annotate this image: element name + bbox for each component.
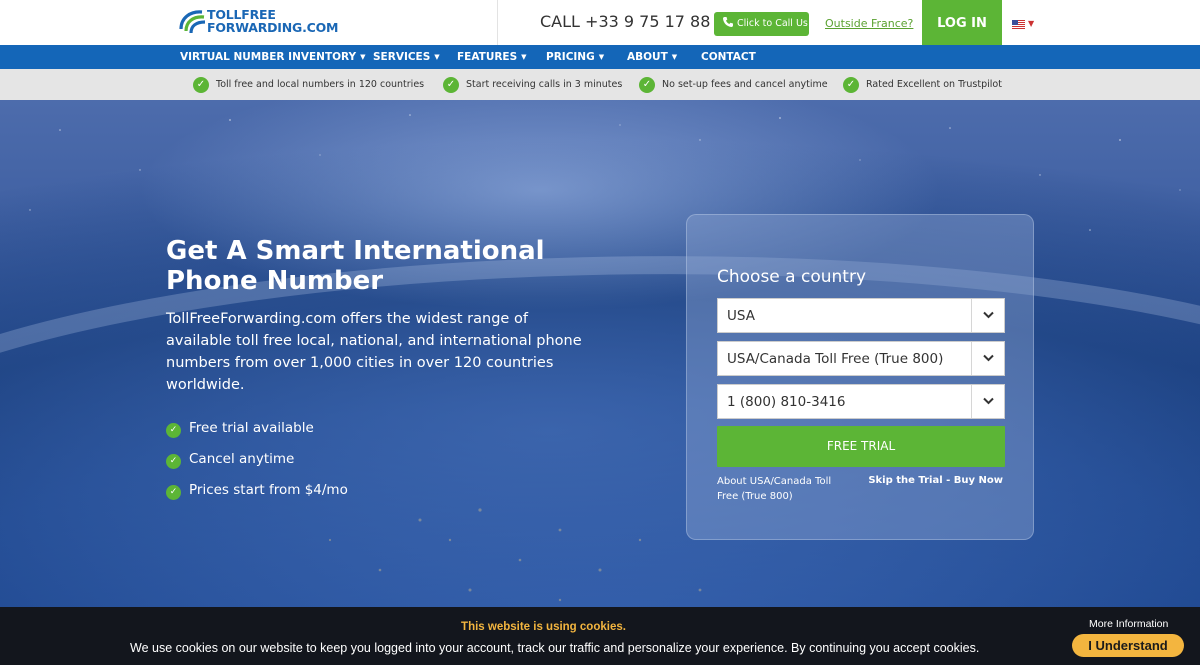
header-divider bbox=[497, 0, 498, 45]
benefit-text: Free trial available bbox=[189, 420, 314, 436]
phone-number-select[interactable]: 1 (800) 810-3416 bbox=[717, 384, 1005, 419]
nav-label: CONTACT bbox=[701, 51, 756, 63]
chevron-down-icon: ▼ bbox=[521, 53, 527, 61]
hero-description: TollFreeForwarding.com offers the widest… bbox=[166, 311, 582, 393]
feature-strip: ✓ Toll free and local numbers in 120 coun… bbox=[0, 69, 1200, 100]
nav-contact[interactable]: CONTACT bbox=[701, 45, 756, 69]
nav-virtual-number-inventory[interactable]: VIRTUAL NUMBER INVENTORY ▼ bbox=[180, 45, 366, 69]
check-icon: ✓ bbox=[443, 76, 459, 93]
site-logo[interactable]: TOLLFREE FORWARDING.COM bbox=[178, 6, 348, 38]
cookie-banner: This website is using cookies. We use co… bbox=[0, 607, 1200, 665]
list-item: ✓ Free trial available bbox=[166, 418, 348, 449]
nav-label: VIRTUAL NUMBER INVENTORY bbox=[180, 51, 357, 63]
list-item: ✓ Cancel anytime bbox=[166, 449, 348, 480]
check-icon: ✓ bbox=[639, 76, 655, 93]
phone-icon bbox=[723, 17, 733, 27]
free-trial-button[interactable]: FREE TRIAL bbox=[717, 426, 1005, 467]
check-icon: ✓ bbox=[166, 423, 181, 438]
feature-item: ✓ No set-up fees and cancel anytime bbox=[639, 69, 828, 100]
feature-text: No set-up fees and cancel anytime bbox=[662, 79, 828, 90]
chevron-down-icon[interactable] bbox=[971, 342, 1004, 375]
logo-wordmark: TOLLFREE FORWARDING.COM bbox=[207, 8, 338, 34]
number-type-select-value: USA/Canada Toll Free (True 800) bbox=[727, 351, 944, 367]
chevron-down-icon: ▼ bbox=[434, 53, 440, 61]
more-information-link[interactable]: More Information bbox=[1089, 618, 1168, 630]
language-caret-icon[interactable]: ▼ bbox=[1028, 19, 1034, 28]
phone-number-select-value: 1 (800) 810-3416 bbox=[727, 394, 846, 410]
nav-label: FEATURES bbox=[457, 51, 518, 63]
benefit-text: Prices start from $4/mo bbox=[189, 482, 348, 498]
nav-label: PRICING bbox=[546, 51, 595, 63]
about-number-link[interactable]: About USA/Canada Toll Free (True 800) bbox=[717, 474, 837, 504]
nav-pricing[interactable]: PRICING ▼ bbox=[546, 45, 604, 69]
feature-text: Start receiving calls in 3 minutes bbox=[466, 79, 623, 90]
chevron-down-icon: ▼ bbox=[671, 53, 678, 61]
check-icon: ✓ bbox=[843, 76, 859, 93]
cookie-message: We use cookies on our website to keep yo… bbox=[130, 641, 980, 655]
feature-text: Toll free and local numbers in 120 count… bbox=[216, 79, 425, 90]
click-to-call-label: Click to Call Us bbox=[737, 18, 808, 29]
feature-text: Rated Excellent on Trustpilot bbox=[866, 79, 1002, 90]
logo-line-2: FORWARDING.COM bbox=[207, 20, 339, 35]
skip-trial-buy-now-link[interactable]: Skip the Trial - Buy Now bbox=[868, 475, 1003, 486]
feature-item: ✓ Toll free and local numbers in 120 coun… bbox=[193, 69, 424, 100]
feature-item: ✓ Start receiving calls in 3 minutes bbox=[443, 69, 622, 100]
country-select[interactable]: USA bbox=[717, 298, 1005, 333]
hero-title: Get A Smart International Phone Number bbox=[166, 236, 545, 296]
check-icon: ✓ bbox=[166, 485, 181, 500]
cookie-title: This website is using cookies. bbox=[461, 621, 626, 633]
us-flag-icon[interactable] bbox=[1012, 20, 1025, 29]
country-select-value: USA bbox=[727, 308, 755, 324]
outside-france-link[interactable]: Outside France? bbox=[825, 17, 913, 30]
check-icon: ✓ bbox=[166, 454, 181, 469]
list-item: ✓ Prices start from $4/mo bbox=[166, 480, 348, 511]
call-phone-number: CALL +33 9 75 17 88 40 bbox=[540, 12, 736, 31]
nav-label: ABOUT bbox=[627, 51, 668, 63]
login-button[interactable]: LOG IN bbox=[922, 0, 1002, 45]
chevron-down-icon: ▼ bbox=[360, 53, 366, 61]
accept-cookies-button[interactable]: I Understand bbox=[1072, 634, 1184, 657]
benefit-text: Cancel anytime bbox=[189, 451, 295, 467]
hero-benefits-list: ✓ Free trial available ✓ Cancel anytime ✓ P… bbox=[166, 418, 348, 511]
nav-about[interactable]: ABOUT ▼ bbox=[627, 45, 677, 69]
check-icon: ✓ bbox=[193, 76, 209, 93]
main-nav: VIRTUAL NUMBER INVENTORY ▼ SERVICES ▼ FEAT… bbox=[0, 45, 1200, 69]
hero-section: Get A Smart International Phone Number T… bbox=[0, 100, 1200, 665]
nav-features[interactable]: FEATURES ▼ bbox=[457, 45, 527, 69]
chevron-down-icon[interactable] bbox=[971, 385, 1004, 418]
card-title: Choose a country bbox=[717, 267, 866, 287]
nav-services[interactable]: SERVICES ▼ bbox=[373, 45, 440, 69]
chevron-down-icon[interactable] bbox=[971, 299, 1004, 332]
logo-swoosh-icon bbox=[179, 10, 206, 34]
click-to-call-button[interactable]: Click to Call Us bbox=[714, 12, 809, 36]
feature-item: ✓ Rated Excellent on Trustpilot bbox=[843, 69, 1002, 100]
number-type-select[interactable]: USA/Canada Toll Free (True 800) bbox=[717, 341, 1005, 376]
chevron-down-icon: ▼ bbox=[598, 53, 605, 61]
nav-label: SERVICES bbox=[373, 51, 431, 63]
number-selection-card: Choose a country USA USA/Canada Toll Fre… bbox=[686, 214, 1034, 540]
top-header: TOLLFREE FORWARDING.COM CALL +33 9 75 17… bbox=[0, 0, 1200, 45]
